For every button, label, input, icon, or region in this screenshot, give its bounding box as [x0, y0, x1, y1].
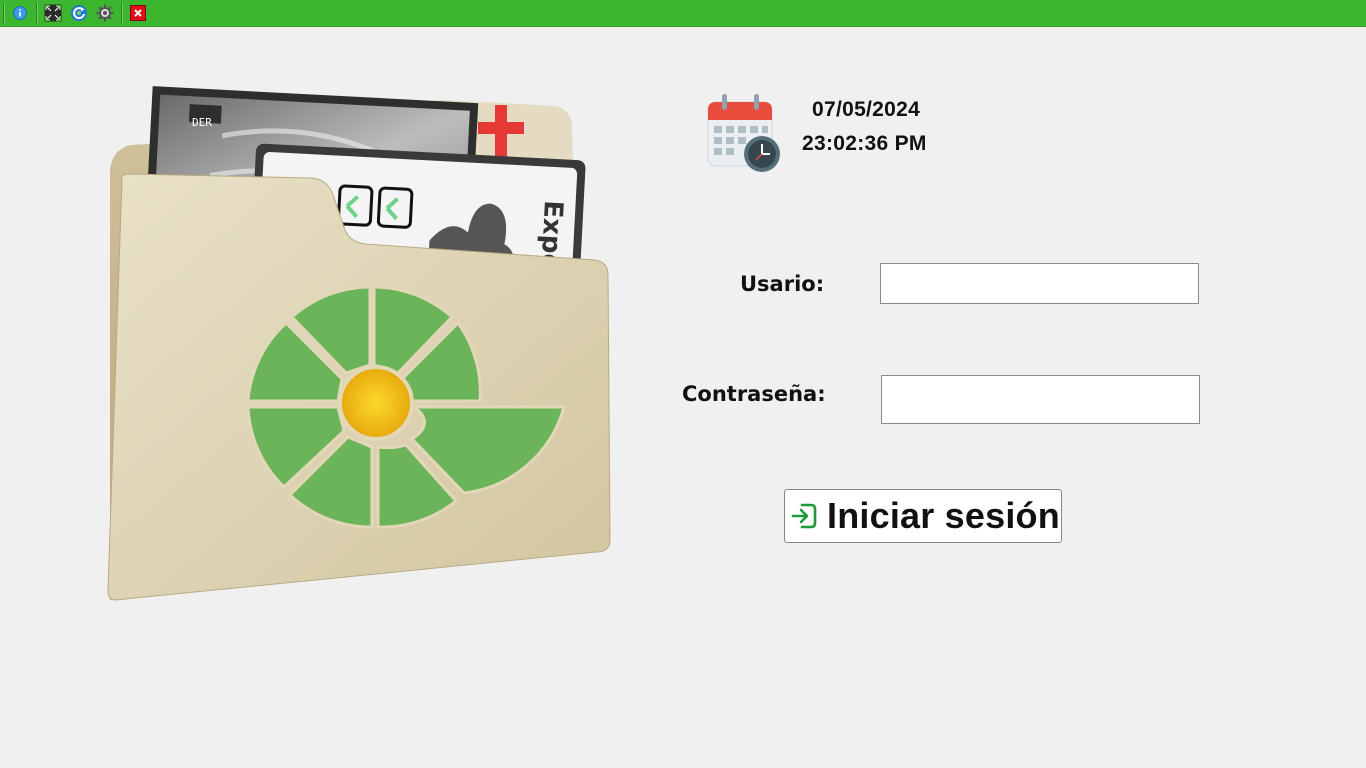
refresh-icon [71, 5, 87, 21]
close-button[interactable] [128, 3, 148, 23]
top-toolbar [0, 0, 1366, 27]
username-input[interactable] [880, 263, 1199, 304]
folder-logo-image: DER Expe [107, 86, 611, 601]
current-date: 07/05/2024 [812, 98, 921, 121]
toolbar-separator [3, 3, 4, 23]
toolbar-separator [121, 3, 122, 23]
fullscreen-icon [44, 4, 62, 22]
login-button-label: Iniciar sesión [827, 495, 1060, 536]
datetime-panel: 07/05/2024 23:02:36 PM [700, 88, 960, 178]
toolbar-separator [36, 3, 37, 23]
username-label: Usario: [740, 272, 825, 296]
password-input[interactable] [881, 375, 1200, 424]
fullscreen-button[interactable] [43, 3, 63, 23]
xray-label: DER [192, 116, 212, 129]
current-time: 23:02:36 PM [802, 132, 927, 155]
login-icon [791, 503, 817, 529]
password-label: Contraseña: [682, 382, 826, 406]
medical-folder-illustration: DER Expe [100, 80, 620, 610]
gear-icon [96, 4, 114, 22]
calendar-clock-icon [707, 94, 780, 172]
refresh-button[interactable] [69, 3, 89, 23]
settings-button[interactable] [95, 3, 115, 23]
close-icon [130, 5, 146, 21]
info-button[interactable] [10, 3, 30, 23]
login-button[interactable]: Iniciar sesión [784, 489, 1062, 543]
info-icon [13, 6, 27, 20]
